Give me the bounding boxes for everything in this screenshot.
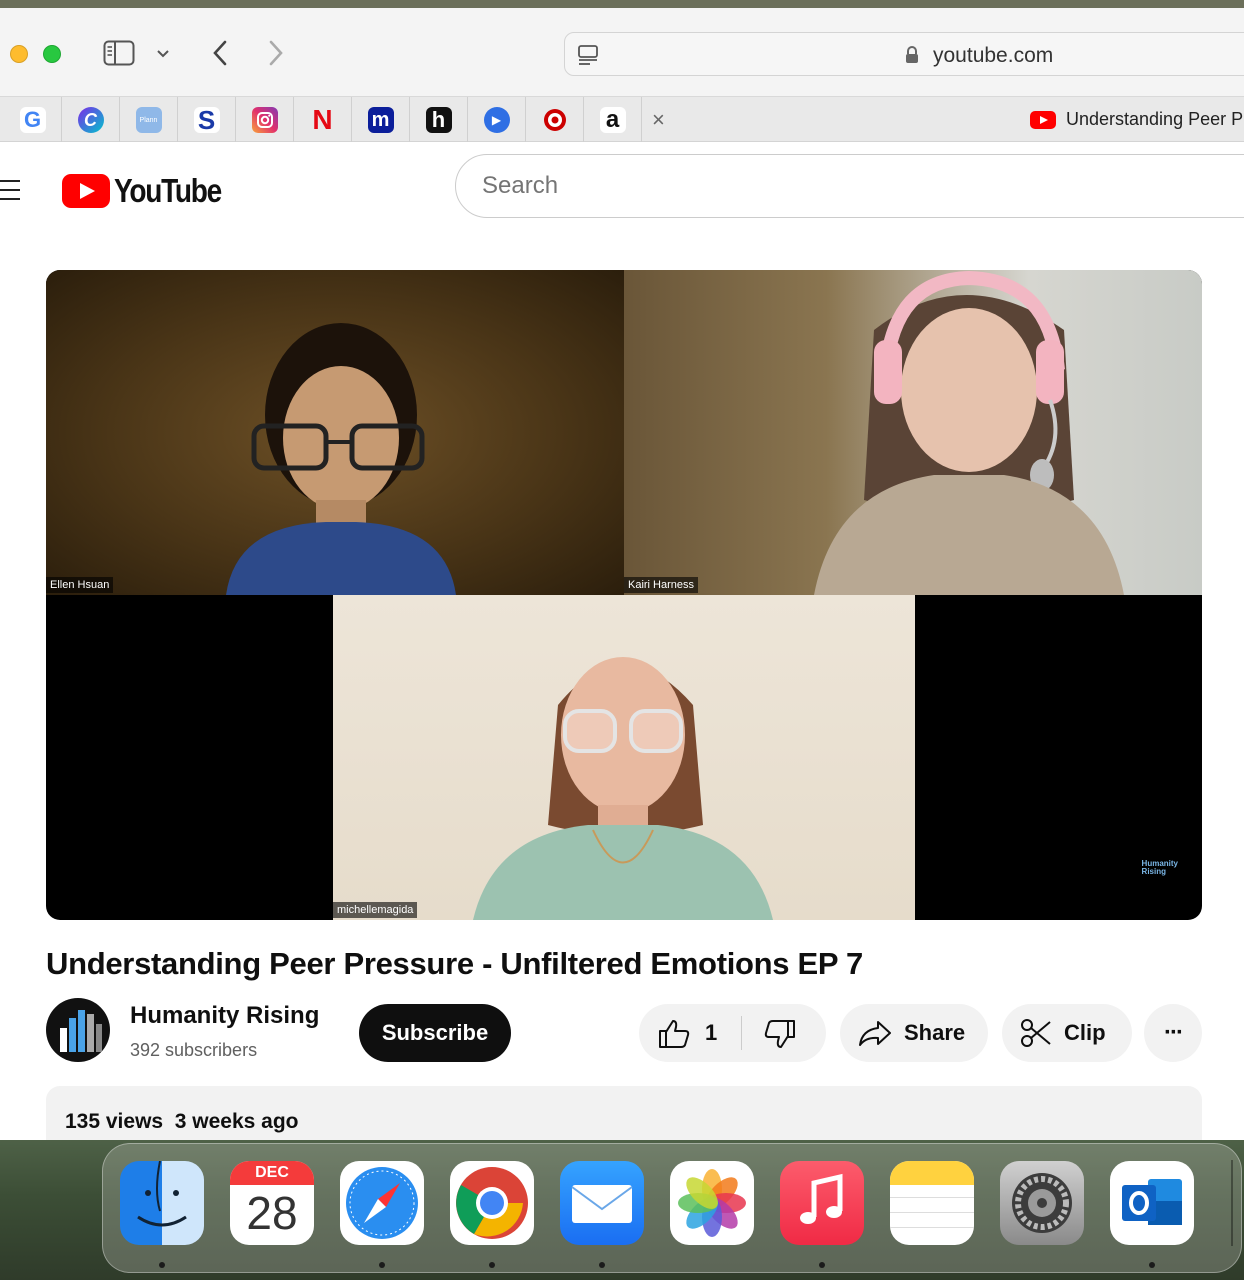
- clip-button[interactable]: Clip: [1002, 1004, 1132, 1062]
- hulu-icon: h: [425, 107, 452, 133]
- sidebar-toggle-icon[interactable]: [102, 38, 136, 68]
- participant-figure: [473, 657, 773, 920]
- participant-figure: [226, 323, 456, 595]
- medium-icon: m: [367, 107, 394, 133]
- address-text[interactable]: youtube.com: [933, 44, 1053, 68]
- humanity-rising-watermark: Humanity Rising: [1142, 860, 1178, 876]
- calendar-day: 28: [246, 1187, 298, 1239]
- browser-window: youtube.com G C Plann S N m h ▶ a × Unde…: [0, 8, 1244, 1140]
- canva-icon: C: [77, 107, 104, 133]
- google-icon: G: [19, 107, 46, 133]
- scribd-icon: S: [193, 105, 220, 135]
- youtube-play-icon: [62, 174, 110, 208]
- watermark-text: Rising: [1141, 867, 1166, 876]
- more-actions-button[interactable]: ···: [1144, 1004, 1202, 1062]
- chevron-down-icon[interactable]: [152, 44, 174, 64]
- system-settings-icon[interactable]: [1000, 1161, 1084, 1245]
- favorite-google[interactable]: G: [4, 97, 62, 143]
- share-button[interactable]: Share: [840, 1004, 988, 1062]
- participant-tile-kairi: Kairi Harness: [624, 270, 1202, 595]
- youtube-wordmark: YouTube: [114, 172, 222, 209]
- subscriber-count: 392 subscribers: [130, 1040, 258, 1060]
- favorite-play[interactable]: ▶: [468, 97, 526, 143]
- description-box[interactable]: 135 views 3 weeks ago: [46, 1086, 1202, 1140]
- forward-icon[interactable]: [262, 38, 290, 68]
- back-icon[interactable]: [206, 38, 234, 68]
- running-indicator: [379, 1262, 385, 1268]
- zoom-button[interactable]: [43, 45, 61, 63]
- menu-icon[interactable]: [0, 180, 20, 202]
- favorite-canva[interactable]: C: [62, 97, 120, 143]
- notes-icon[interactable]: [890, 1161, 974, 1245]
- search-input[interactable]: [455, 154, 1244, 218]
- lock-icon: [905, 46, 919, 64]
- favorite-scribd[interactable]: S: [178, 97, 236, 143]
- thumbs-up-icon[interactable]: [657, 1018, 691, 1050]
- youtube-logo[interactable]: YouTube: [62, 172, 240, 210]
- video-player[interactable]: Ellen Hsuan Kairi Harness michellemagida…: [46, 270, 1202, 920]
- running-indicator: [819, 1262, 825, 1268]
- youtube-favicon-icon: [1030, 110, 1056, 129]
- chrome-icon[interactable]: [450, 1161, 534, 1245]
- running-indicator: [599, 1262, 605, 1268]
- participant-tile-michelle: michellemagida: [333, 595, 915, 920]
- scissors-icon: [1020, 1018, 1052, 1048]
- running-indicator: [1149, 1262, 1155, 1268]
- favorite-instagram[interactable]: [236, 97, 294, 143]
- video-title: Understanding Peer Pressure - Unfiltered…: [46, 946, 864, 981]
- participant-figure: [814, 270, 1124, 595]
- youtube-header: YouTube: [0, 142, 1244, 252]
- safari-icon[interactable]: [340, 1161, 424, 1245]
- calendar-icon[interactable]: DEC 28: [230, 1161, 314, 1245]
- instagram-icon: [251, 107, 278, 133]
- minimize-button[interactable]: [10, 45, 28, 63]
- page-menu-icon[interactable]: [575, 43, 601, 67]
- participant-name: Kairi Harness: [624, 577, 699, 593]
- humanity-rising-logo-icon: [60, 1010, 102, 1052]
- favorite-netflix[interactable]: N: [294, 97, 352, 143]
- clip-label: Clip: [1064, 1020, 1106, 1045]
- thumbs-down-icon[interactable]: [763, 1018, 797, 1050]
- browser-toolbar: youtube.com: [0, 8, 1244, 96]
- photos-icon[interactable]: [670, 1161, 754, 1245]
- favorite-medium[interactable]: m: [352, 97, 410, 143]
- favorites-bar: G C Plann S N m h ▶ a × Understanding Pe…: [0, 96, 1244, 143]
- favorite-hulu[interactable]: h: [410, 97, 468, 143]
- target-icon: [542, 107, 568, 133]
- netflix-icon: N: [312, 104, 333, 135]
- channel-name[interactable]: Humanity Rising: [130, 1002, 319, 1030]
- more-icon: ···: [1164, 1019, 1184, 1046]
- dock-separator: [1231, 1160, 1233, 1246]
- participant-name: michellemagida: [333, 902, 418, 918]
- like-count[interactable]: 1: [705, 1020, 717, 1046]
- address-bar[interactable]: youtube.com: [564, 32, 1244, 76]
- favorite-target[interactable]: [526, 97, 584, 143]
- close-tab-icon[interactable]: ×: [652, 107, 665, 133]
- music-icon[interactable]: [780, 1161, 864, 1245]
- play-circle-icon: ▶: [483, 107, 510, 133]
- amazon-icon: a: [599, 106, 626, 133]
- favorite-amazon[interactable]: a: [584, 97, 642, 143]
- like-divider: [741, 1016, 742, 1050]
- outlook-icon[interactable]: [1110, 1161, 1194, 1245]
- share-label: Share: [904, 1020, 966, 1045]
- view-stats: 135 views 3 weeks ago: [65, 1110, 299, 1133]
- plann-icon: Plann: [135, 107, 162, 133]
- participant-tile-ellen: Ellen Hsuan: [46, 270, 624, 595]
- like-dislike-group: 1: [639, 1004, 826, 1062]
- active-tab[interactable]: Understanding Peer P: [1030, 109, 1243, 130]
- subscribe-button[interactable]: Subscribe: [359, 1004, 511, 1062]
- mail-icon[interactable]: [560, 1161, 644, 1245]
- desktop-screen: youtube.com G C Plann S N m h ▶ a × Unde…: [0, 0, 1244, 1280]
- participant-name: Ellen Hsuan: [46, 577, 114, 593]
- tab-title-text: Understanding Peer P: [1066, 109, 1244, 129]
- favorite-plann[interactable]: Plann: [120, 97, 178, 143]
- finder-icon[interactable]: [120, 1161, 204, 1245]
- running-indicator: [159, 1262, 165, 1268]
- running-indicator: [489, 1262, 495, 1268]
- channel-avatar[interactable]: [46, 998, 110, 1062]
- share-icon: [858, 1019, 892, 1047]
- calendar-month: DEC: [230, 1161, 314, 1185]
- dock: DEC 28: [102, 1143, 1242, 1273]
